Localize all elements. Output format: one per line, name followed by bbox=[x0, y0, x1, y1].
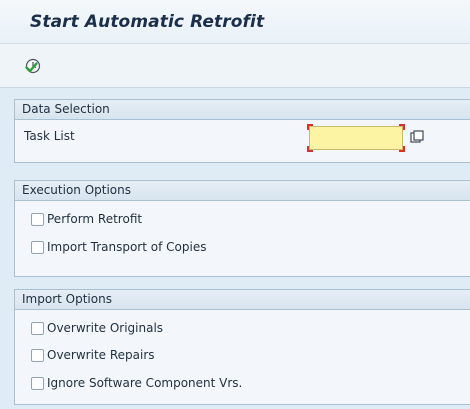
overwrite-originals-checkbox[interactable] bbox=[31, 321, 44, 335]
overwrite-repairs-label: Overwrite Repairs bbox=[47, 348, 155, 362]
selection-screen: Data Selection Task List Execution Optio… bbox=[0, 88, 470, 409]
title-bar: Start Automatic Retrofit bbox=[0, 0, 470, 44]
overwrite-originals-checkbox-row[interactable]: Overwrite Originals bbox=[31, 319, 163, 337]
data-selection-header: Data Selection bbox=[15, 100, 470, 120]
perform-retrofit-label: Perform Retrofit bbox=[47, 212, 143, 226]
task-list-label: Task List bbox=[24, 129, 75, 143]
execute-button[interactable] bbox=[22, 55, 44, 77]
ignore-software-component-checkbox[interactable] bbox=[31, 376, 44, 390]
page-title: Start Automatic Retrofit bbox=[30, 12, 265, 32]
task-list-value-help-button[interactable] bbox=[409, 129, 425, 145]
import-options-group: Import Options Overwrite Originals Overw… bbox=[14, 289, 470, 405]
overwrite-originals-label: Overwrite Originals bbox=[47, 321, 164, 335]
execute-clock-icon bbox=[25, 58, 41, 74]
application-toolbar bbox=[0, 44, 470, 88]
task-list-input[interactable] bbox=[309, 126, 403, 150]
import-transport-copies-checkbox[interactable] bbox=[31, 240, 44, 254]
required-marker bbox=[399, 146, 405, 152]
perform-retrofit-checkbox-row[interactable]: Perform Retrofit bbox=[31, 210, 142, 228]
ignore-software-component-checkbox-row[interactable]: Ignore Software Component Vrs. bbox=[31, 374, 242, 392]
perform-retrofit-checkbox[interactable] bbox=[31, 212, 44, 226]
import-transport-copies-label: Import Transport of Copies bbox=[47, 240, 207, 254]
execution-options-group: Execution Options Perform Retrofit Impor… bbox=[14, 180, 470, 277]
import-transport-copies-checkbox-row[interactable]: Import Transport of Copies bbox=[31, 238, 206, 256]
overwrite-repairs-checkbox-row[interactable]: Overwrite Repairs bbox=[31, 346, 155, 364]
import-options-header: Import Options bbox=[15, 290, 470, 310]
value-help-icon bbox=[410, 130, 424, 143]
required-marker bbox=[307, 146, 313, 152]
overwrite-repairs-checkbox[interactable] bbox=[31, 348, 44, 362]
required-marker bbox=[307, 124, 313, 130]
data-selection-group: Data Selection Task List bbox=[14, 99, 470, 163]
required-marker bbox=[399, 124, 405, 130]
retrofit-screen: Start Automatic Retrofit Data Selection … bbox=[0, 0, 470, 409]
execution-options-header: Execution Options bbox=[15, 181, 470, 201]
ignore-software-component-label: Ignore Software Component Vrs. bbox=[47, 376, 243, 390]
